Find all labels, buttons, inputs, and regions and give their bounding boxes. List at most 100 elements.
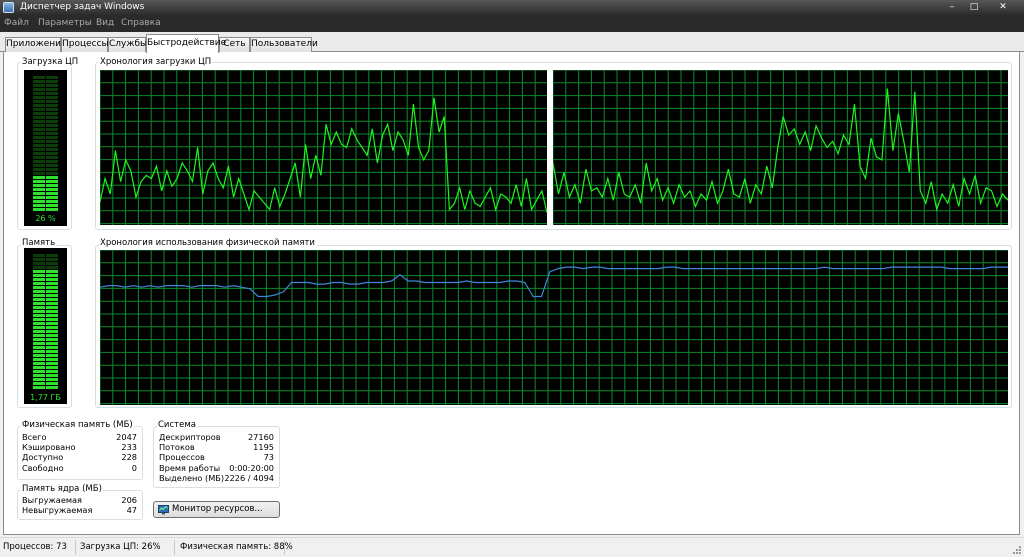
- resource-monitor-label: Монитор ресурсов...: [172, 504, 263, 514]
- status-memory: Физическая память: 88%: [180, 542, 293, 552]
- meter-segment: [33, 120, 58, 123]
- resource-monitor-icon: [158, 505, 169, 515]
- meter-segment: [33, 184, 58, 187]
- menu-help[interactable]: Справка: [121, 18, 161, 28]
- task-manager-app-icon: [3, 2, 14, 13]
- meter-segment: [33, 188, 58, 191]
- table-row: Всего 2047: [22, 432, 137, 442]
- meter-segment: [33, 318, 58, 321]
- stat-value: 2226 / 4094: [224, 472, 274, 483]
- meter-segment: [33, 374, 58, 377]
- meter-segment: [33, 294, 58, 297]
- stat-value: 0: [131, 462, 137, 473]
- menu-options[interactable]: Параметры: [38, 18, 92, 28]
- meter-segment: [33, 322, 58, 325]
- kernel-memory-label: Память ядра (МБ): [21, 484, 103, 494]
- resource-monitor-button[interactable]: Монитор ресурсов...: [153, 501, 280, 518]
- stat-value: 2047: [116, 432, 137, 442]
- meter-segment: [33, 172, 58, 175]
- meter-segment: [33, 310, 58, 313]
- menu-view[interactable]: Вид: [96, 18, 114, 28]
- meter-segment: [33, 96, 58, 99]
- table-row: Потоков 1195: [159, 442, 274, 452]
- meter-segment: [33, 108, 58, 111]
- window-title: Диспетчер задач Windows: [20, 2, 145, 12]
- memory-usage-value: 1,77 ГБ: [30, 393, 61, 402]
- meter-segment: [33, 164, 58, 167]
- meter-segment: [33, 112, 58, 115]
- meter-segment: [33, 156, 58, 159]
- stat-value: 206: [121, 495, 137, 505]
- stat-name: Дескрипторов: [159, 432, 221, 442]
- meter-segment: [33, 88, 58, 91]
- minimize-button[interactable]: –: [944, 1, 960, 13]
- meter-segment: [33, 104, 58, 107]
- meter-segment: [33, 204, 58, 207]
- meter-segment: [33, 302, 58, 305]
- meter-segment: [33, 148, 58, 151]
- meter-segment: [33, 334, 58, 337]
- status-separator: [174, 540, 175, 555]
- menu-bar: Файл Параметры Вид Справка: [0, 15, 1024, 32]
- meter-segment: [33, 196, 58, 199]
- meter-segment: [33, 366, 58, 369]
- meter-segment: [33, 84, 58, 87]
- stat-value: 228: [121, 452, 137, 463]
- meter-segment: [33, 180, 58, 183]
- tab-users[interactable]: Пользователи: [250, 37, 318, 52]
- table-row: Время работы 0:00:20:00: [159, 463, 274, 473]
- meter-segment: [33, 80, 58, 83]
- meter-segment: [33, 278, 58, 281]
- meter-segment: [33, 382, 58, 385]
- status-separator: [284, 540, 285, 555]
- memory-label: Память: [21, 238, 57, 248]
- meter-segment: [33, 290, 58, 293]
- meter-segment: [33, 258, 58, 261]
- memory-usage-meter: 1,77 ГБ: [24, 248, 67, 404]
- meter-segment: [33, 116, 58, 119]
- meter-segment: [33, 342, 58, 345]
- meter-segment: [33, 76, 58, 79]
- system-table: Дескрипторов 27160 Потоков 1195 Процессов 7…: [159, 432, 274, 483]
- table-row: Доступно 228: [22, 452, 137, 462]
- system-label: Система: [157, 420, 197, 430]
- stat-name: Выгружаемая: [22, 495, 82, 505]
- meter-segment: [33, 370, 58, 373]
- meter-segment: [33, 346, 58, 349]
- table-row: Процессов 73: [159, 452, 274, 462]
- stat-name: Время работы: [159, 462, 221, 473]
- meter-segment: [33, 326, 58, 329]
- meter-segment: [33, 100, 58, 103]
- tab-applications[interactable]: Приложения: [5, 37, 66, 52]
- memory-meter-cells: [33, 254, 58, 390]
- status-bar: Процессов: 73 Загрузка ЦП: 26% Физическа…: [0, 537, 1024, 557]
- maximize-button[interactable]: □: [966, 1, 982, 13]
- cpu-usage-label: Загрузка ЦП: [21, 57, 80, 67]
- table-row: Выгружаемая 206: [22, 495, 137, 505]
- meter-segment: [33, 208, 58, 211]
- tab-processes[interactable]: Процессы: [61, 37, 109, 52]
- table-row: Выделено (МБ) 2226 / 4094: [159, 473, 274, 483]
- stat-value: 233: [121, 442, 137, 453]
- stat-value: 27160: [247, 432, 274, 442]
- table-row: Дескрипторов 27160: [159, 432, 274, 442]
- tab-strip: Приложения Процессы Службы Быстродействи…: [0, 32, 1024, 53]
- table-row: Кэшировано 233: [22, 442, 137, 452]
- meter-segment: [33, 254, 58, 257]
- meter-segment: [33, 274, 58, 277]
- memory-history-svg: [100, 250, 1008, 405]
- meter-segment: [33, 386, 58, 389]
- close-button[interactable]: ✕: [990, 1, 1016, 13]
- meter-segment: [33, 92, 58, 95]
- meter-segment: [33, 358, 58, 361]
- table-row: Свободно 0: [22, 463, 137, 473]
- tab-performance[interactable]: Быстродействие: [146, 34, 226, 53]
- cpu-core-1-line: [100, 97, 547, 213]
- meter-segment: [33, 152, 58, 155]
- tab-services[interactable]: Службы: [108, 37, 147, 52]
- menu-file[interactable]: Файл: [4, 18, 29, 28]
- physical-memory-table: Всего 2047 Кэшировано 233 Доступно 228 Своб…: [22, 432, 137, 473]
- meter-segment: [33, 266, 58, 269]
- meter-segment: [33, 124, 58, 127]
- resize-grip-icon[interactable]: [1012, 545, 1022, 555]
